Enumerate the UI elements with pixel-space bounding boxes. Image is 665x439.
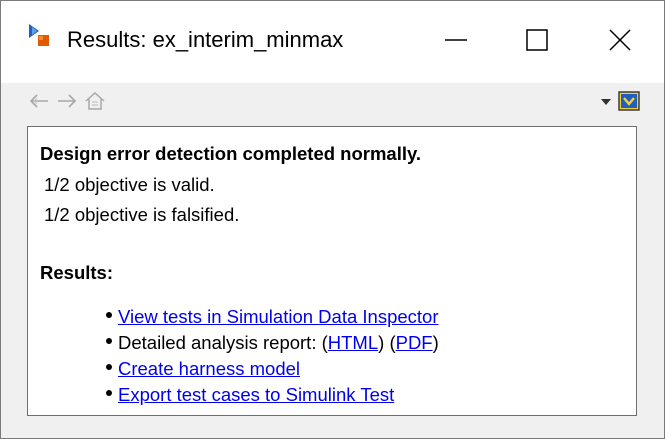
dropdown-arrow-icon[interactable] [599,95,613,109]
list-item: Create harness model [106,356,439,382]
report-close-paren: ) [432,332,439,353]
settings-icon[interactable] [617,89,641,113]
bullet-icon [106,312,112,319]
maximize-button[interactable] [503,1,575,83]
list-item: View tests in Simulation Data Inspector [106,304,439,330]
minimize-icon [445,39,467,41]
results-list: View tests in Simulation Data Inspector … [106,304,439,408]
objective-valid-text: 1/2 objective is valid. [44,174,215,195]
report-label: Detailed analysis report: ( [118,332,328,353]
status-heading: Design error detection completed normall… [40,143,422,164]
maximize-icon [526,29,548,51]
report-pdf-link[interactable]: PDF [396,332,433,353]
minimize-button[interactable] [421,1,493,83]
title-bar[interactable]: Results: ex_interim_minmax [1,1,664,83]
window-title: Results: ex_interim_minmax [67,27,344,52]
back-arrow-icon[interactable] [27,89,51,113]
create-harness-link[interactable]: Create harness model [118,358,300,379]
toolbar [1,83,664,119]
results-panel: Design error detection completed normall… [27,126,637,416]
list-item: Export test cases to Simulink Test [106,382,439,408]
home-icon[interactable] [83,89,107,113]
bullet-icon [106,338,112,345]
results-heading: Results: [40,262,113,283]
close-icon [609,29,631,51]
bullet-icon [106,364,112,371]
objective-falsified-text: 1/2 objective is falsified. [44,204,240,225]
close-button[interactable] [581,1,653,83]
list-item: Detailed analysis report: (HTML) (PDF) [106,330,439,356]
report-html-link[interactable]: HTML [328,332,378,353]
forward-arrow-icon[interactable] [55,89,79,113]
results-window: Results: ex_interim_minmax Design error … [0,0,665,439]
report-separator: ) ( [378,332,396,353]
bullet-icon [106,390,112,397]
view-tests-sdi-link[interactable]: View tests in Simulation Data Inspector [118,306,438,327]
export-test-cases-link[interactable]: Export test cases to Simulink Test [118,384,394,405]
simulink-run-icon [27,23,53,49]
